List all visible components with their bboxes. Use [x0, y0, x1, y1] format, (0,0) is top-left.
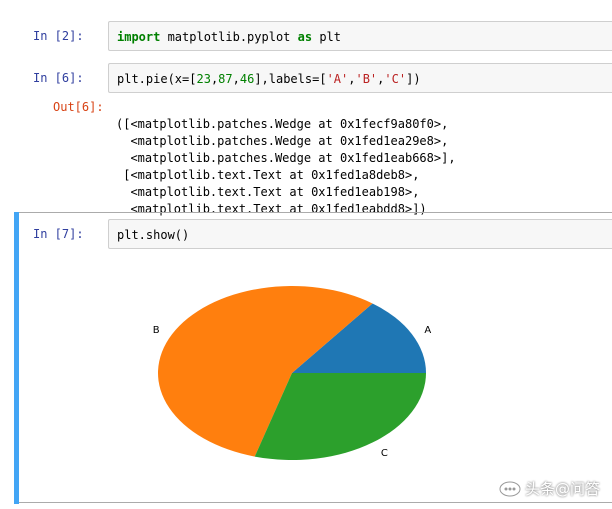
str-3: 'C': [384, 72, 407, 86]
watermark: 头条@问答: [499, 478, 600, 499]
output-line: [<matplotlib.text.Text at 0x1fed1a8deb8>…: [116, 168, 420, 182]
keyword-import: import: [117, 30, 161, 44]
code-eq: =[: [182, 72, 197, 86]
code-end: ]): [406, 72, 421, 86]
num-2: 87: [218, 72, 233, 86]
cell-7-input[interactable]: plt.show(): [108, 219, 612, 249]
pie-label-C: C: [381, 448, 388, 459]
alias-name: plt: [312, 30, 341, 44]
output-line: <matplotlib.patches.Wedge at 0x1fed1ea29…: [116, 134, 449, 148]
code-prefix: plt.pie(: [117, 72, 175, 86]
keyword-as: as: [297, 30, 313, 44]
num-1: 23: [196, 72, 211, 86]
cell-2-input[interactable]: import matplotlib.pyplot as plt: [108, 21, 612, 51]
num-3: 46: [239, 72, 255, 86]
code-show: plt.show(): [117, 228, 190, 242]
cell-7-selection-bar: [14, 212, 19, 504]
cell-6-out-prompt: Out[6]:: [53, 100, 104, 114]
output-line: <matplotlib.patches.Wedge at 0x1fed1eab6…: [116, 151, 456, 165]
pie-label-A: A: [424, 325, 431, 336]
output-line: <matplotlib.text.Text at 0x1fed1eab198>,: [116, 185, 420, 199]
watermark-text: 头条@问答: [524, 480, 600, 498]
arg-name: x: [174, 72, 183, 86]
output-line: ([<matplotlib.patches.Wedge at 0x1fecf9a…: [116, 117, 449, 131]
str-2: 'B': [355, 72, 378, 86]
module-name: matplotlib.pyplot: [160, 30, 298, 44]
code-mid: ],labels=[: [254, 72, 327, 86]
toutiao-logo-icon: [499, 481, 521, 496]
cell-6-prompt: In [6]:: [33, 71, 84, 85]
cell-2-prompt: In [2]:: [33, 29, 84, 43]
pie-label-B: B: [153, 325, 160, 336]
pie-chart: A B C: [153, 285, 431, 460]
cell-6-input[interactable]: plt.pie(x=[23,87,46],labels=['A','B','C'…: [108, 63, 612, 93]
cell-7-prompt: In [7]:: [33, 227, 84, 241]
str-1: 'A': [326, 72, 349, 86]
